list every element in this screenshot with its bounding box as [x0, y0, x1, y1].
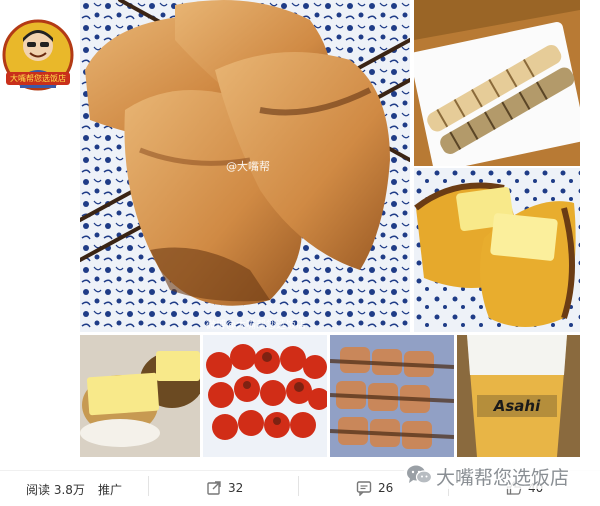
wechat-icon — [406, 464, 432, 486]
photo-butter-toast[interactable] — [80, 335, 200, 457]
photo-pork-skewers[interactable] — [330, 335, 454, 457]
reads-stat: 阅读 3.8万 — [26, 481, 85, 498]
comment-button[interactable]: 26 — [356, 481, 394, 496]
promote-button[interactable]: 推广 — [98, 481, 122, 498]
photo-sweet-potato[interactable] — [414, 168, 580, 332]
divider — [298, 476, 299, 496]
account-name: 大嘴帮您选饭店 — [436, 467, 570, 489]
photo-grilled-tomatoes[interactable] — [203, 335, 327, 457]
reads-count: 3.8万 — [53, 483, 85, 497]
photo-mushroom-skewers[interactable] — [414, 0, 580, 166]
photo-chicken-wings[interactable]: @大嘴帮 微博@大嘴帮您选饭店 — [80, 0, 410, 332]
watermark-bottom: 微博@大嘴帮您选饭店 — [206, 320, 306, 331]
promote-label: 推广 — [98, 483, 123, 497]
photo-asahi-beer[interactable]: Asahi — [457, 335, 580, 457]
watermark-center: @大嘴帮 — [226, 160, 270, 173]
divider — [148, 476, 149, 496]
reads-label: 阅读 — [26, 483, 51, 497]
repost-button[interactable]: 32 — [206, 481, 243, 495]
comment-count: 26 — [378, 481, 394, 495]
repost-count: 32 — [228, 481, 244, 495]
avatar-text: 大嘴帮您选饭店 — [10, 74, 66, 83]
account-watermark: 大嘴帮您选饭店 — [404, 461, 600, 489]
avatar[interactable]: 大嘴帮您选饭店 — [0, 18, 76, 92]
beer-brand-label: Asahi — [493, 397, 541, 415]
